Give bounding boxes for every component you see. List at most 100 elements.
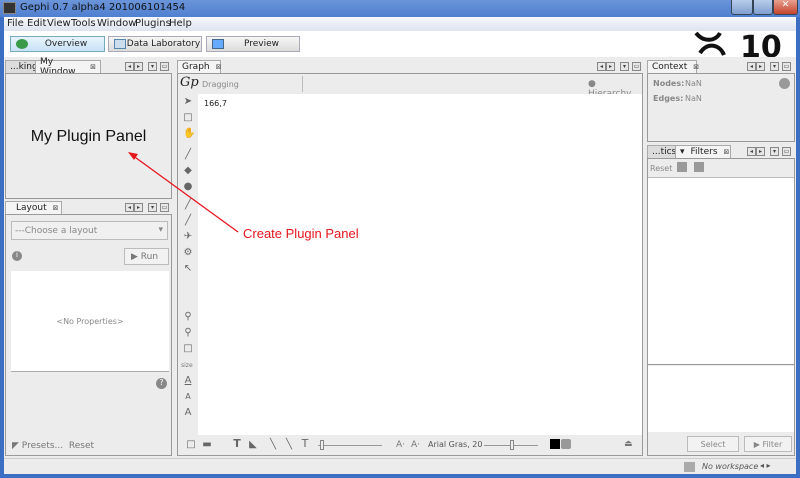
close-tab-icon[interactable]: ⊠ <box>216 63 222 71</box>
pie-chart-icon[interactable] <box>779 78 790 89</box>
scroll-left-icon[interactable]: ◂ <box>125 203 134 212</box>
scroll-left-icon[interactable]: ◂ <box>597 62 606 71</box>
tab-filters[interactable]: ▾ Filters ⊠ <box>675 145 731 158</box>
menu-edit[interactable]: Edit <box>27 18 46 29</box>
preview-button[interactable]: Preview <box>206 36 300 52</box>
font-increase-icon[interactable]: A· <box>396 440 405 450</box>
text-a-icon[interactable]: A <box>183 376 193 386</box>
pointer-icon[interactable]: ➤ <box>183 97 193 107</box>
tab-layout[interactable]: Layout ⊠ <box>5 201 62 214</box>
edge-scale-slider[interactable] <box>318 440 382 450</box>
export-filter-icon[interactable] <box>694 162 704 172</box>
menu-window[interactable]: Window <box>97 18 136 29</box>
workspace-nav[interactable]: ◂ ▸ <box>760 461 771 470</box>
menu-help[interactable]: Help <box>169 18 192 29</box>
screenshot-icon[interactable]: ▬ <box>202 440 212 450</box>
scroll-right-icon[interactable]: ▸ <box>756 147 765 156</box>
menu-file[interactable]: File <box>7 18 24 29</box>
info-icon[interactable]: i <box>12 251 22 261</box>
diamond-icon[interactable]: ◆ <box>183 166 193 176</box>
edge-label-icon[interactable]: ╲ <box>284 440 294 450</box>
presets-icon: ◤ <box>12 441 22 451</box>
tab-my-window[interactable]: My Window ⊠ <box>35 57 101 77</box>
data-laboratory-label: Data Laboratory <box>126 39 201 49</box>
scroll-left-icon[interactable]: ◂ <box>747 147 756 156</box>
tab-context[interactable]: Context ⊠ <box>647 60 699 73</box>
left-top-tabs: ...king My Window ⊠ ◂ ▸ ▾ ▭ <box>5 57 173 77</box>
help-icon[interactable]: ? <box>156 378 167 389</box>
globe-tool-icon[interactable]: ● <box>183 182 193 192</box>
dropdown-icon[interactable]: ▾ <box>770 62 779 71</box>
size-icon[interactable]: size <box>181 362 193 369</box>
font-label[interactable]: Arial Gras, 20 <box>428 440 482 449</box>
label-attribute-icon[interactable] <box>561 439 571 449</box>
filters-reset-button[interactable]: Reset <box>650 164 672 173</box>
maximize-button[interactable] <box>753 0 773 15</box>
dropdown-icon[interactable]: ▾ <box>770 147 779 156</box>
tab-graph[interactable]: Graph ⊠ <box>177 60 221 73</box>
maximize-panel-icon[interactable]: ▭ <box>160 62 169 71</box>
drag-icon[interactable]: ✋ <box>183 129 195 139</box>
text-a-outline-icon[interactable]: A <box>183 408 193 418</box>
menu-tools[interactable]: Tools <box>71 18 96 29</box>
zoom-in-icon[interactable]: ⚲ <box>183 312 193 322</box>
chevron-down-icon: ▾ <box>158 225 163 235</box>
eject-icon[interactable]: ⏏ <box>624 439 633 449</box>
label-icon[interactable]: ◣ <box>248 440 258 450</box>
font-decrease-icon[interactable]: A· <box>411 440 420 450</box>
scroll-left-icon[interactable]: ◂ <box>125 62 134 71</box>
scroll-left-icon[interactable]: ◂ <box>747 62 756 71</box>
edge-text-icon[interactable]: T <box>300 438 310 449</box>
zoom-out-icon[interactable]: ⚲ <box>183 328 193 338</box>
maximize-panel-icon[interactable]: ▭ <box>782 62 791 71</box>
airplane-icon[interactable]: ✈ <box>183 232 193 242</box>
menu-plugins[interactable]: Plugins <box>135 18 171 29</box>
scroll-right-icon[interactable]: ▸ <box>756 62 765 71</box>
close-tab-icon[interactable]: ⊠ <box>90 63 96 71</box>
scroll-right-icon[interactable]: ▸ <box>134 203 143 212</box>
data-laboratory-button[interactable]: Data Laboratory <box>108 36 202 52</box>
monitor-icon <box>212 39 224 49</box>
maximize-panel-icon[interactable]: ▭ <box>782 147 791 156</box>
select-button[interactable]: Select <box>687 436 739 452</box>
rect-select-icon[interactable]: □ <box>183 113 193 123</box>
close-button[interactable]: ✕ <box>773 0 798 15</box>
edge-icon[interactable]: ╲ <box>268 440 278 450</box>
close-tab-icon[interactable]: ⊠ <box>693 63 699 71</box>
label-color-swatch[interactable] <box>550 439 560 449</box>
scroll-right-icon[interactable]: ▸ <box>134 62 143 71</box>
table-icon <box>114 39 126 49</box>
graph-canvas[interactable]: 166,7 <box>198 94 642 435</box>
maximize-panel-icon[interactable]: ▭ <box>632 62 641 71</box>
dropdown-icon[interactable]: ▾ <box>148 203 157 212</box>
brush-icon[interactable]: ╱ <box>183 150 193 160</box>
text-icon[interactable]: T <box>232 438 242 449</box>
text-a-small-icon[interactable]: A <box>183 392 193 402</box>
gear-icon[interactable]: ⚙ <box>183 248 193 258</box>
dropdown-icon[interactable]: ▾ <box>620 62 629 71</box>
layout-select-value: ---Choose a layout <box>15 226 98 236</box>
dropdown-icon[interactable]: ▾ <box>148 62 157 71</box>
edges-value: NaN <box>685 94 702 103</box>
maximize-panel-icon[interactable]: ▭ <box>160 203 169 212</box>
cursor-help-icon[interactable]: ↖ <box>183 264 193 274</box>
label-size-slider[interactable] <box>484 440 538 450</box>
run-button[interactable]: ▶ Run <box>124 248 169 265</box>
minimize-button[interactable] <box>731 0 753 15</box>
presets-button[interactable]: Presets... <box>22 441 63 451</box>
save-filter-icon[interactable] <box>677 162 687 172</box>
background-color-icon[interactable]: □ <box>186 440 196 450</box>
layout-select[interactable]: ---Choose a layout ▾ <box>11 221 168 240</box>
overview-button[interactable]: Overview <box>10 36 105 52</box>
scroll-right-icon[interactable]: ▸ <box>606 62 615 71</box>
filter-button[interactable]: ▶ Filter <box>744 436 792 452</box>
pencil-icon[interactable]: ╱ <box>183 200 193 210</box>
menu-view[interactable]: View <box>47 18 71 29</box>
square-icon[interactable]: □ <box>183 344 193 354</box>
reset-button[interactable]: Reset <box>69 441 94 451</box>
line-icon[interactable]: ╱ <box>183 216 193 226</box>
filters-library[interactable] <box>648 177 794 365</box>
close-tab-icon[interactable]: ⊠ <box>724 148 730 156</box>
queries-area[interactable] <box>648 366 794 432</box>
close-tab-icon[interactable]: ⊠ <box>53 204 59 212</box>
